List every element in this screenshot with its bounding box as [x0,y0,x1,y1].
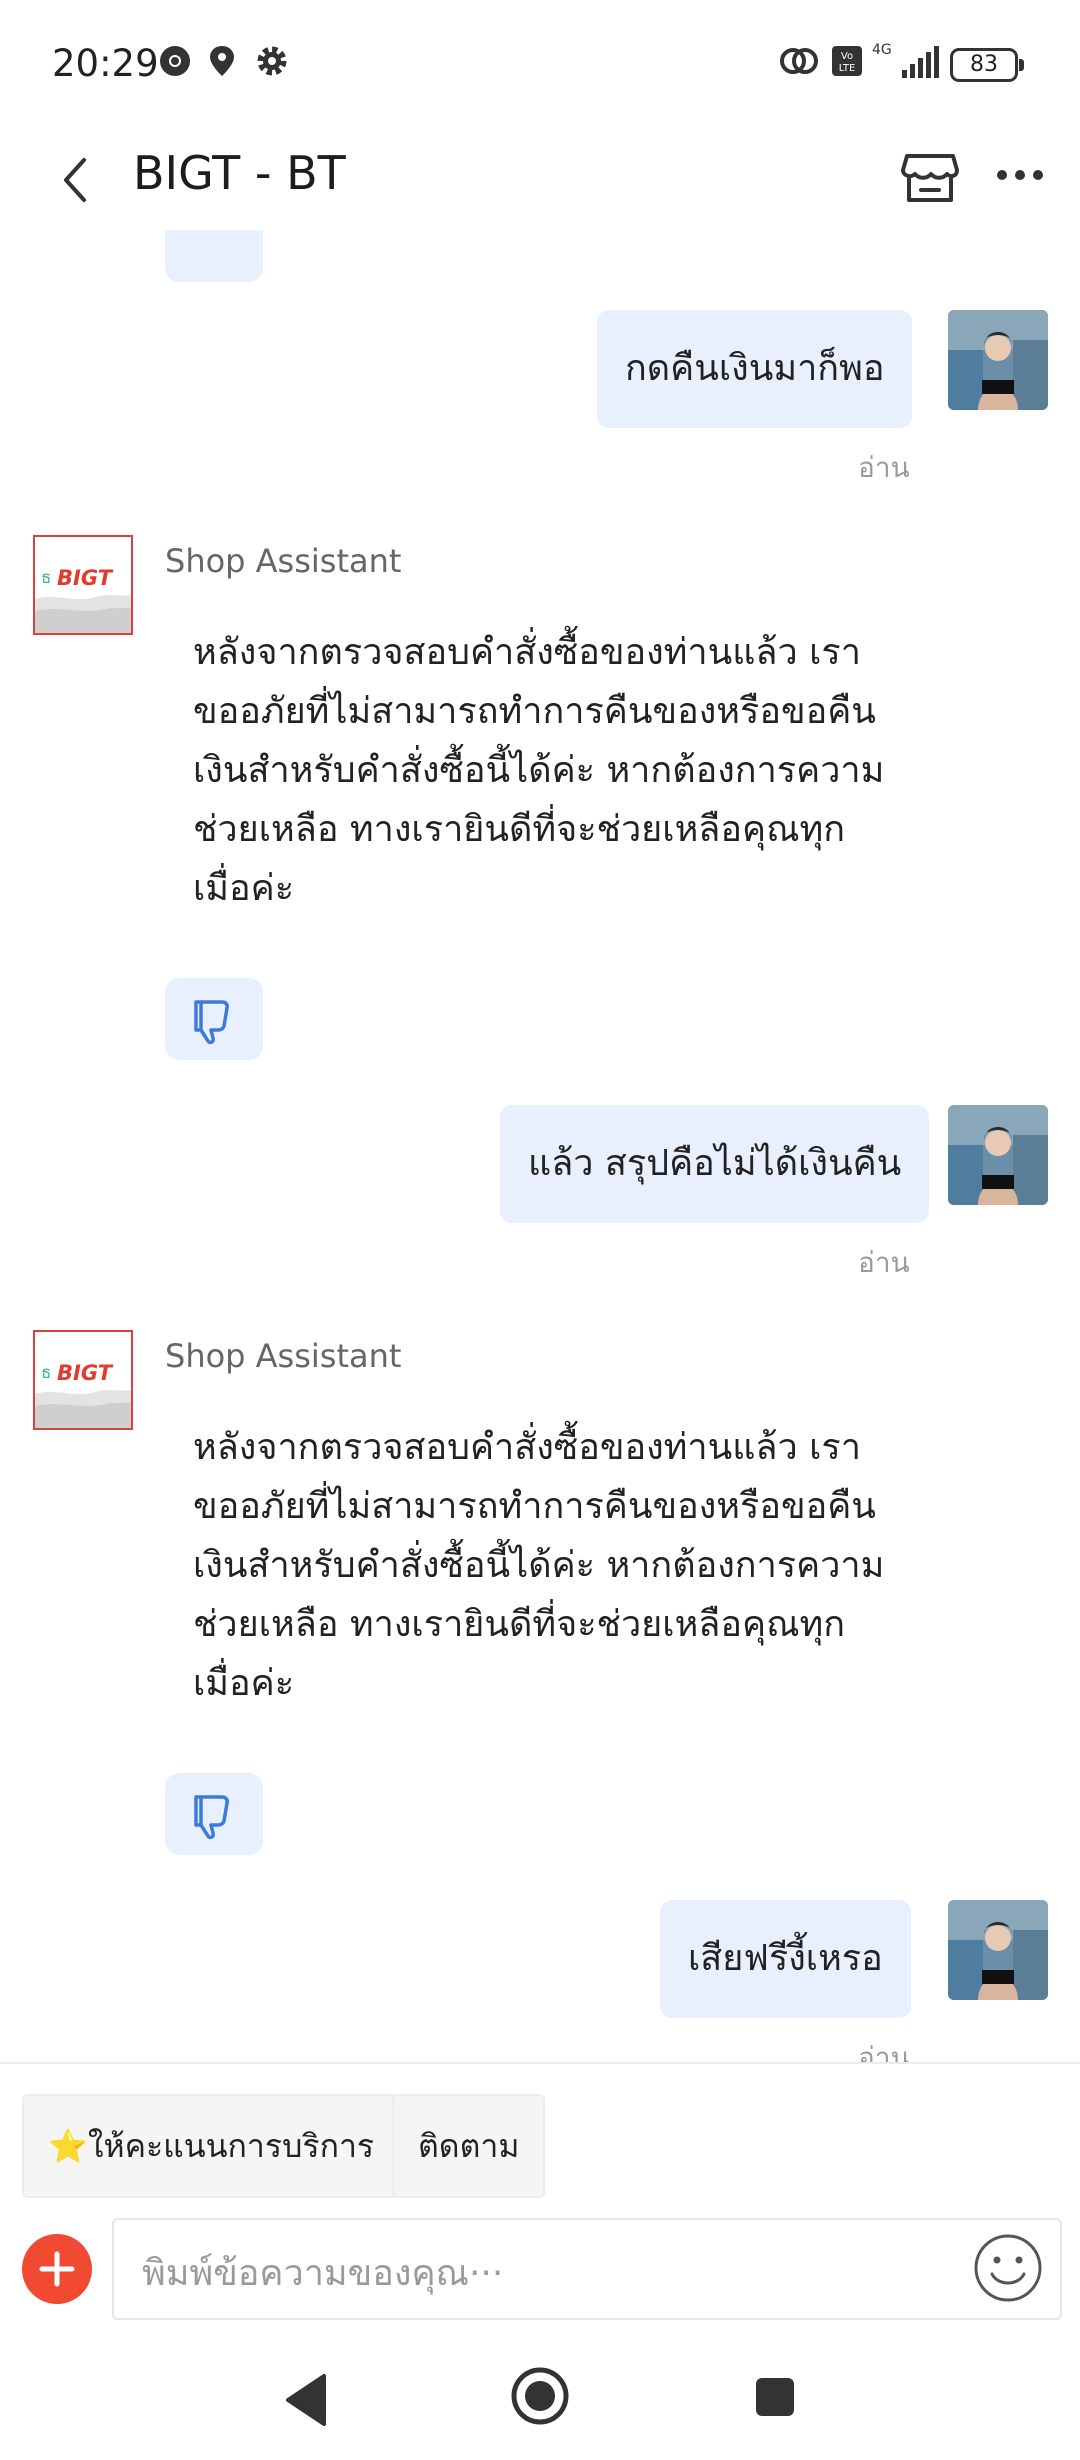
message-line: ช่วยเหลือ ทางเรายินดีที่จะช่วยเหลือคุณทุ… [193,809,845,850]
status-bar: 20:29 Vo LTE 4G 83 [0,0,1080,130]
feedback-button[interactable] [165,230,263,282]
message-line: เมื่อค่ะ [193,1663,295,1704]
thumbs-down-icon [194,1000,229,1045]
message-line: หลังจากตรวจสอบคำสั่งซื้อของท่านแล้ว เรา [193,632,861,673]
svg-text:ธ: ธ [41,1363,51,1383]
dislike-button[interactable] [165,978,263,1060]
message-line: ช่วยเหลือ ทางเรายินดีที่จะช่วยเหลือคุณทุ… [193,1604,845,1645]
read-status: อ่าน [858,1246,910,1279]
message-line: เมื่อค่ะ [193,868,295,909]
message-line: เงินสำหรับคำสั่งซื้อนี้ได้ค่ะ หากต้องการ… [193,750,885,791]
user-avatar [948,1900,1048,2000]
sender-name: Shop Assistant [165,1337,402,1375]
read-status: อ่าน [858,451,910,484]
more-dots-icon [997,170,1043,180]
message-input[interactable]: พิมพ์ข้อความของคุณ··· [112,2218,1062,2320]
user-avatar [948,310,1048,410]
status-time: 20:29 [52,42,159,85]
nav-back-button[interactable] [280,2372,330,2432]
svg-text:BIGT: BIGT [57,1361,114,1385]
volte-icon: Vo LTE [830,44,864,82]
emoji-button[interactable] [972,2232,1044,2304]
hotspot-icon [778,44,820,82]
message-line: ขออภัยที่ไม่สามารถทำการคืนของหรือขอคืน [193,691,876,732]
location-icon [207,44,237,82]
outgoing-message[interactable]: กดคืนเงินมาก็พอ [597,310,913,428]
svg-text:Vo: Vo [841,51,853,62]
plus-icon [39,2251,75,2287]
more-options-button[interactable] [995,150,1045,200]
system-nav-bar [0,2332,1080,2460]
shop-avatar: ธ BIGT [33,1330,133,1430]
svg-text:ธ: ธ [41,568,51,588]
message-line: หลังจากตรวจสอบคำสั่งซื้อของท่านแล้ว เรา [193,1427,861,1468]
quick-actions-bar: ⭐ให้คะแนนการบริการ ติดตาม [0,2062,1080,2204]
triangle-back-icon [286,2374,326,2426]
chevron-left-icon [64,158,86,202]
outgoing-message[interactable]: เสียฟรีงี้เหรอ [660,1900,911,2018]
sender-name: Shop Assistant [165,542,402,580]
incoming-message[interactable]: หลังจากตรวจสอบคำสั่งซื้อของท่านแล้ว เรา … [165,1418,951,1713]
store-button[interactable] [895,142,965,212]
message-line: ขออภัยที่ไม่สามารถทำการคืนของหรือขอคืน [193,1486,876,1527]
page-title: BIGT - BT [133,146,346,200]
settings-icon [255,44,289,82]
shop-avatar: ธ BIGT [33,535,133,635]
add-attachment-button[interactable] [22,2234,92,2304]
svg-text:BIGT: BIGT [57,566,114,590]
follow-button[interactable]: ติดตาม [392,2094,546,2198]
message-placeholder: พิมพ์ข้อความของคุณ··· [142,2253,504,2294]
home-circle-icon [511,2367,569,2425]
message-composer: พิมพ์ข้อความของคุณ··· [0,2202,1080,2332]
back-button[interactable] [48,148,108,212]
outgoing-message[interactable]: แล้ว สรุปคือไม่ได้เงินคืน [500,1105,930,1223]
thumbs-down-icon [194,1795,229,1840]
store-icon [901,154,959,202]
svg-text:4G: 4G [872,42,892,58]
square-recents-icon [756,2378,794,2416]
chat-header: BIGT - BT [0,130,1080,230]
nav-recents-button[interactable] [754,2376,796,2422]
signal-icon: 4G [872,40,942,84]
smiley-icon [974,2234,1042,2302]
nav-home-button[interactable] [510,2366,570,2430]
user-avatar [948,1105,1048,1205]
read-status: อ่าน [858,2041,910,2062]
svg-text:LTE: LTE [839,63,856,74]
incoming-message[interactable]: หลังจากตรวจสอบคำสั่งซื้อของท่านแล้ว เรา … [165,623,951,918]
battery-indicator: 83 [950,48,1024,82]
dislike-button[interactable] [165,1773,263,1855]
chat-messages[interactable]: กดคืนเงินมาก็พอ อ่าน ธ BIGT Shop Assista… [0,230,1080,2062]
chrome-icon [158,44,192,82]
message-line: เงินสำหรับคำสั่งซื้อนี้ได้ค่ะ หากต้องการ… [193,1545,885,1586]
rate-service-button[interactable]: ⭐ให้คะแนนการบริการ [22,2094,401,2198]
